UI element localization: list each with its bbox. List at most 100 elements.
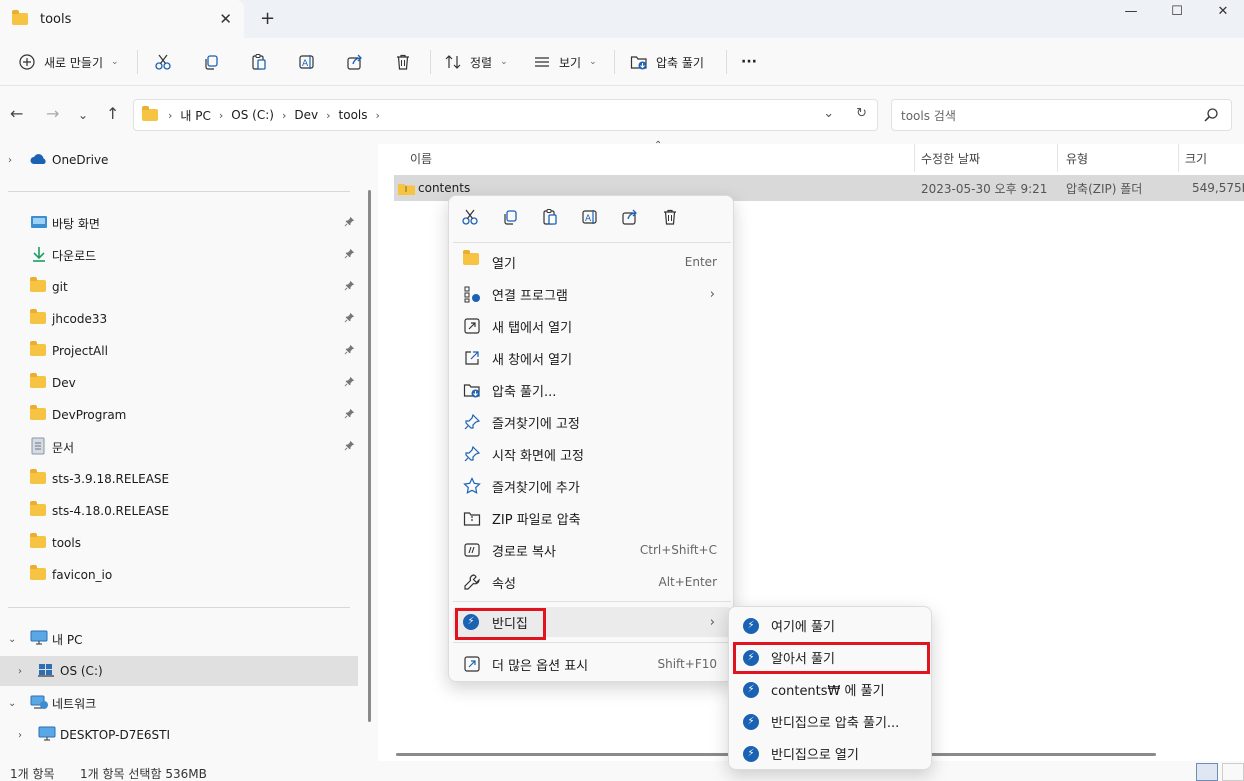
more-options-button[interactable]: ··· (741, 48, 757, 76)
menu-item-open-new-window[interactable]: 새 창에서 열기 (453, 343, 731, 373)
new-button[interactable]: 새로 만들기 ⌄ (18, 48, 119, 76)
menu-item-compress-zip[interactable]: ZIP 파일로 압축 (453, 503, 731, 533)
breadcrumb-dev[interactable]: Dev (294, 108, 318, 122)
expand-chevron-icon[interactable]: › (8, 155, 12, 166)
trash-icon[interactable] (661, 208, 679, 226)
pin-icon[interactable] (344, 248, 355, 262)
navigation-pane: › OneDrive ⌄ 내 PC › OS (C:) ⌄ 네트워크 › DES… (0, 144, 378, 761)
delete-button[interactable] (394, 48, 412, 76)
sidebar-scrollbar[interactable] (368, 190, 371, 722)
menu-item-pin-quick-access[interactable]: 즐겨찾기에 고정 (453, 407, 731, 437)
copy-button[interactable] (202, 48, 220, 76)
sidebar-item-quick-access[interactable]: tools (0, 528, 358, 558)
share-button[interactable] (346, 48, 364, 76)
tab-close-button[interactable]: ✕ (219, 10, 232, 28)
pin-icon[interactable] (344, 216, 355, 230)
divider (453, 601, 731, 602)
pin-icon[interactable] (344, 376, 355, 390)
back-arrow-icon[interactable]: ← (10, 104, 23, 123)
address-history-chevron-icon[interactable]: ⌄ (823, 106, 834, 121)
menu-item-open-new-tab[interactable]: 새 탭에서 열기 (453, 311, 731, 341)
menu-item-copy-path[interactable]: 경로로 복사 Ctrl+Shift+C (453, 535, 731, 565)
sidebar-item-desktop-pc[interactable]: › DESKTOP-D7E6STI (0, 720, 358, 750)
submenu-item-extract-here[interactable]: ⚡ 여기에 풀기 (733, 610, 929, 640)
sidebar-item-this-pc[interactable]: ⌄ 내 PC (0, 624, 358, 654)
breadcrumb-this-pc[interactable]: 내 PC (180, 107, 210, 124)
copy-icon[interactable] (501, 208, 519, 226)
sidebar-item-quick-access[interactable]: ProjectAll (0, 336, 358, 366)
menu-item-shortcut: Shift+F10 (657, 657, 717, 671)
menu-item-pin-start[interactable]: 시작 화면에 고정 (453, 439, 731, 469)
new-tab-button[interactable]: + (260, 8, 275, 29)
pin-icon[interactable] (344, 344, 355, 358)
details-view-button[interactable] (1196, 763, 1218, 781)
column-header-name[interactable]: 이름 (410, 144, 432, 172)
sidebar-item-os-drive[interactable]: › OS (C:) (0, 656, 358, 686)
submenu-item-open-with-bandizip[interactable]: ⚡ 반디집으로 열기 (733, 738, 929, 768)
extract-all-button[interactable]: 압축 풀기 (630, 48, 704, 76)
maximize-button[interactable]: ☐ (1154, 0, 1200, 22)
breadcrumb-separator-icon: › (168, 108, 173, 122)
submenu-item-extract-with-bandizip[interactable]: ⚡ 반디집으로 압축 풀기... (733, 706, 929, 736)
view-button[interactable]: 보기 ⌄ (533, 48, 597, 76)
column-header-type[interactable]: 유형 (1066, 144, 1088, 172)
menu-item-extract-all[interactable]: 압축 풀기... (453, 375, 731, 405)
sidebar-item-label: tools (52, 536, 81, 550)
sidebar-item-quick-access[interactable]: 다운로드 (0, 240, 358, 270)
column-divider[interactable] (1057, 144, 1058, 172)
collapse-chevron-icon[interactable]: ⌄ (8, 634, 16, 645)
sidebar-item-quick-access[interactable]: favicon_io (0, 560, 358, 590)
sidebar-item-quick-access[interactable]: jhcode33 (0, 304, 358, 334)
column-divider[interactable] (1178, 144, 1179, 172)
cut-button[interactable] (154, 48, 172, 76)
expand-chevron-icon[interactable]: › (18, 730, 22, 741)
scissors-icon[interactable] (461, 208, 479, 226)
address-bar[interactable]: › 내 PC › OS (C:) › Dev › tools › ⌄ ↻ (133, 99, 878, 131)
chevron-down-icon: ⌄ (500, 57, 508, 67)
sidebar-item-network[interactable]: ⌄ 네트워크 (0, 688, 358, 718)
menu-item-open-with[interactable]: 연결 프로그램 › (453, 279, 731, 309)
breadcrumb-tools[interactable]: tools (339, 108, 368, 122)
sidebar-item-quick-access[interactable]: Dev (0, 368, 358, 398)
share-icon[interactable] (621, 208, 639, 226)
menu-item-open[interactable]: 열기 Enter (453, 247, 731, 277)
close-window-button[interactable]: ✕ (1200, 0, 1244, 22)
breadcrumb-os-drive[interactable]: OS (C:) (231, 108, 274, 122)
recent-locations-chevron-icon[interactable]: ⌄ (78, 108, 88, 122)
up-arrow-icon[interactable]: ↑ (106, 104, 119, 123)
tab-tools[interactable]: tools ✕ (0, 0, 244, 38)
rename-icon[interactable]: A (581, 208, 599, 226)
bandizip-icon: ⚡ (743, 713, 759, 730)
sidebar-item-quick-access[interactable]: sts-3.9.18.RELEASE (0, 464, 358, 494)
minimize-button[interactable]: — (1108, 0, 1154, 22)
expand-chevron-icon[interactable]: › (18, 666, 22, 677)
sidebar-item-onedrive[interactable]: › OneDrive (0, 145, 358, 175)
refresh-icon[interactable]: ↻ (856, 106, 867, 121)
pin-icon[interactable] (344, 280, 355, 294)
column-header-size[interactable]: 크기 (1185, 144, 1207, 172)
column-divider[interactable] (914, 144, 915, 172)
forward-arrow-icon[interactable]: → (46, 104, 59, 123)
menu-item-properties[interactable]: 속성 Alt+Enter (453, 567, 731, 597)
sidebar-item-quick-access[interactable]: sts-4.18.0.RELEASE (0, 496, 358, 526)
pin-icon[interactable] (344, 312, 355, 326)
collapse-chevron-icon[interactable]: ⌄ (8, 698, 16, 709)
menu-item-add-favorites[interactable]: 즐겨찾기에 추가 (453, 471, 731, 501)
sidebar-item-quick-access[interactable]: 문서 (0, 432, 358, 462)
sidebar-item-quick-access[interactable]: DevProgram (0, 400, 358, 430)
submenu-item-extract-to-folder[interactable]: ⚡ contents₩ 에 풀기 (733, 674, 929, 704)
search-input[interactable]: tools 검색 (891, 99, 1232, 131)
column-header-modified[interactable]: 수정한 날짜 (921, 144, 980, 172)
clipboard-icon[interactable] (541, 208, 559, 226)
sidebar-item-quick-access[interactable]: 바탕 화면 (0, 208, 358, 238)
pin-icon[interactable] (344, 408, 355, 422)
sidebar-item-quick-access[interactable]: git (0, 272, 358, 302)
rename-button[interactable]: A (298, 48, 316, 76)
sidebar-item-label: DevProgram (52, 408, 127, 422)
drive-icon (38, 663, 54, 680)
menu-item-more-options[interactable]: 더 많은 옵션 표시 Shift+F10 (453, 649, 731, 679)
sort-button[interactable]: 정렬 ⌄ (444, 48, 508, 76)
tiles-view-button[interactable] (1222, 763, 1244, 781)
paste-button[interactable] (250, 48, 268, 76)
pin-icon[interactable] (344, 440, 355, 454)
